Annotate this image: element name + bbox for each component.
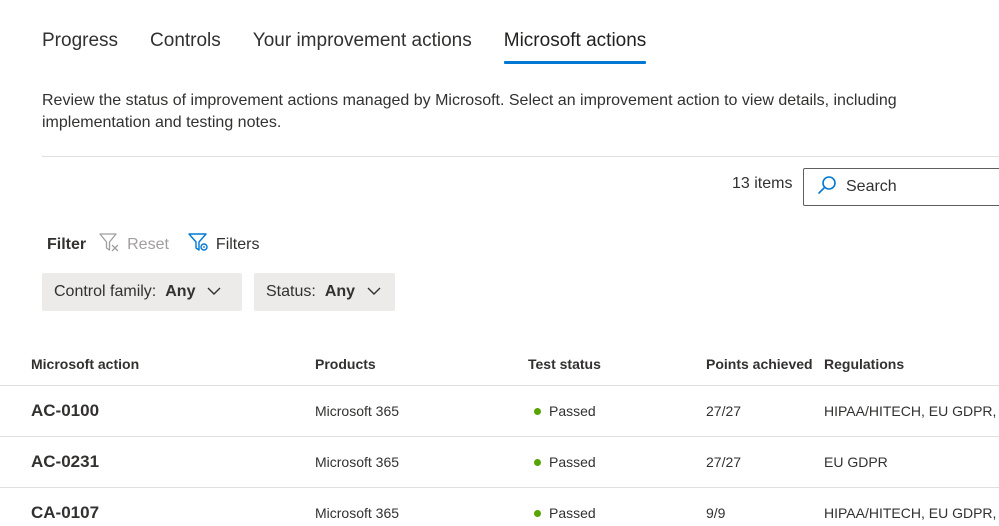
- regulations-cell: HIPAA/HITECH, EU GDPR, DA: [824, 505, 999, 521]
- table-row[interactable]: CA-0107 Microsoft 365 Passed 9/9 HIPAA/H…: [0, 488, 999, 526]
- tab-your-improvement-actions[interactable]: Your improvement actions: [253, 30, 472, 64]
- status-value: Any: [324, 283, 356, 300]
- status-dot-icon: [534, 407, 541, 415]
- regulations-cell: HIPAA/HITECH, EU GDPR, DA: [824, 403, 999, 419]
- test-status-text: Passed: [549, 505, 596, 521]
- control-family-value: Any: [165, 283, 196, 300]
- filter-bar: Filter Reset Filters: [47, 231, 277, 258]
- test-status-text: Passed: [549, 403, 596, 419]
- item-count: 13 items: [732, 175, 793, 192]
- column-header-test-status[interactable]: Test status: [528, 340, 698, 385]
- action-id[interactable]: CA-0107: [31, 488, 301, 526]
- filter-clear-icon: [98, 231, 127, 258]
- table-row[interactable]: AC-0100 Microsoft 365 Passed 27/27 HIPAA…: [0, 386, 999, 437]
- action-id[interactable]: AC-0231: [31, 437, 301, 487]
- status-dot-icon: [534, 509, 541, 517]
- test-status-text: Passed: [549, 454, 596, 470]
- column-header-microsoft-action[interactable]: Microsoft action: [31, 340, 301, 385]
- table-row[interactable]: AC-0231 Microsoft 365 Passed 27/27 EU GD…: [0, 437, 999, 488]
- status-dot-icon: [534, 458, 541, 466]
- tab-progress[interactable]: Progress: [42, 30, 118, 64]
- chevron-down-icon: [355, 283, 381, 301]
- search-box[interactable]: [803, 168, 999, 206]
- reset-label: Reset: [127, 235, 169, 253]
- column-header-products[interactable]: Products: [315, 340, 515, 385]
- chevron-down-icon: [195, 283, 221, 301]
- table-header: Microsoft action Products Test status Po…: [0, 340, 999, 386]
- filter-label: Filter: [47, 235, 87, 253]
- product-cell: Microsoft 365: [315, 505, 400, 521]
- microsoft-actions-table: Microsoft action Products Test status Po…: [0, 340, 999, 526]
- test-status-cell: Passed: [528, 437, 698, 487]
- filters-button[interactable]: Filters: [187, 231, 260, 258]
- product-cell: Microsoft 365: [315, 403, 400, 419]
- reset-button[interactable]: Reset: [98, 231, 169, 258]
- status-label: Status:: [266, 283, 316, 300]
- filter-settings-icon: [187, 231, 216, 258]
- tab-controls[interactable]: Controls: [150, 30, 221, 64]
- search-icon: [816, 174, 838, 201]
- tab-bar: Progress Controls Your improvement actio…: [42, 30, 646, 64]
- control-family-dropdown[interactable]: Control family: Any: [42, 273, 242, 311]
- filters-label: Filters: [215, 235, 260, 253]
- status-dropdown[interactable]: Status: Any: [254, 273, 395, 311]
- action-id[interactable]: AC-0100: [31, 386, 301, 436]
- test-status-cell: Passed: [528, 386, 698, 436]
- column-header-regulations[interactable]: Regulations: [824, 340, 999, 385]
- test-status-cell: Passed: [528, 488, 698, 526]
- points-cell: 9/9: [706, 505, 726, 521]
- search-input[interactable]: [846, 178, 996, 196]
- column-header-points-achieved[interactable]: Points achieved: [706, 340, 821, 385]
- control-family-label: Control family:: [54, 283, 157, 300]
- page-description: Review the status of improvement actions…: [42, 92, 897, 131]
- points-cell: 27/27: [706, 403, 742, 419]
- product-cell: Microsoft 365: [315, 454, 400, 470]
- tab-microsoft-actions[interactable]: Microsoft actions: [503, 30, 646, 64]
- divider: [42, 156, 999, 157]
- regulations-cell: EU GDPR: [824, 454, 888, 470]
- points-cell: 27/27: [706, 454, 742, 470]
